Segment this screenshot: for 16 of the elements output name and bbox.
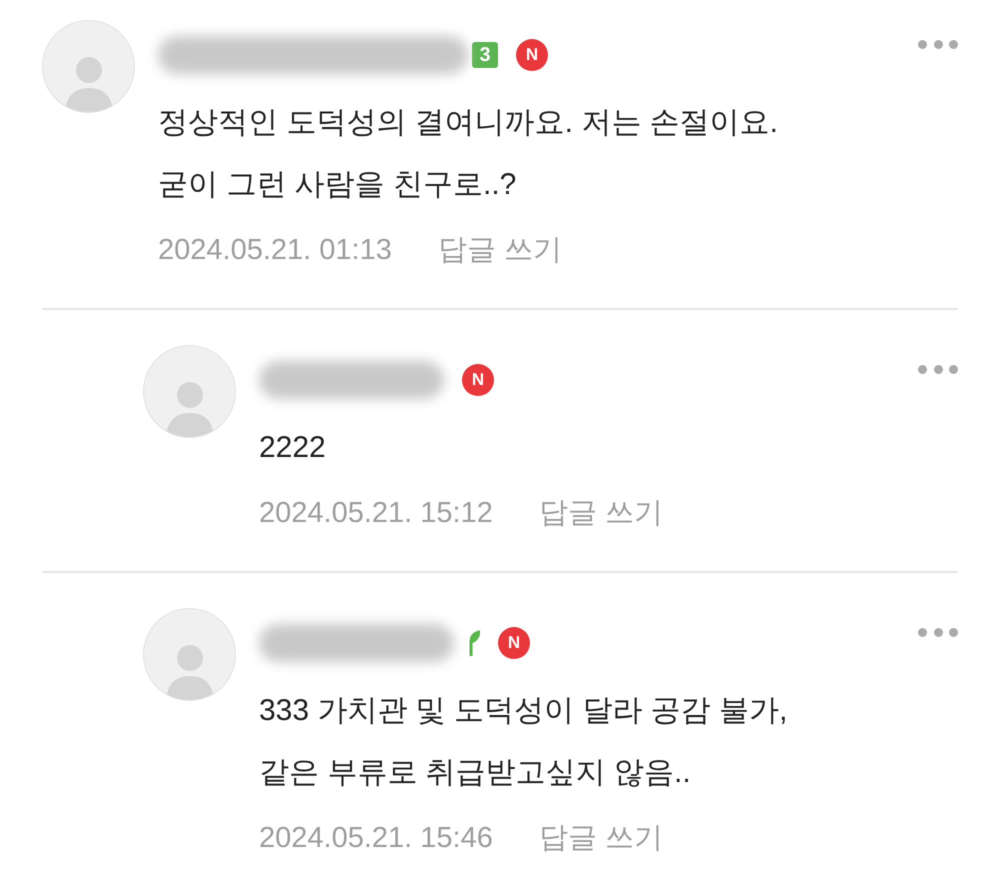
comment-text: 2222	[259, 430, 327, 466]
new-badge: N	[498, 627, 530, 659]
comment-text: 정상적인 도덕성의 결여니까요. 저는 손절이요. 굳이 그런 사람을 친구로..?	[158, 105, 780, 203]
more-icon[interactable]	[918, 363, 958, 375]
more-icon[interactable]	[918, 38, 958, 50]
level-badge: 3	[472, 42, 498, 68]
comment-date: 2024.05.21. 01:13	[158, 233, 392, 268]
more-icon[interactable]	[918, 626, 958, 638]
comment-text: 333 가치관 및 도덕성이 달라 공감 불가, 같은 부류로 취급받고싶지 않음..	[259, 693, 788, 791]
reply-link[interactable]: 답글 쓰기	[538, 817, 663, 861]
reply-link[interactable]: 답글 쓰기	[438, 229, 562, 273]
new-badge: N	[462, 364, 494, 396]
new-badge: N	[516, 39, 548, 71]
comment-date: 2024.05.21. 15:12	[259, 496, 493, 532]
reply-link[interactable]: 답글 쓰기	[538, 492, 663, 536]
comment-date: 2024.05.21. 15:46	[259, 821, 493, 856]
